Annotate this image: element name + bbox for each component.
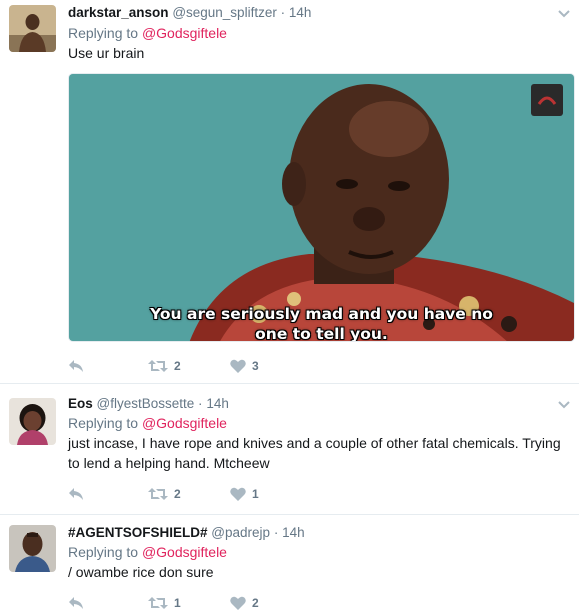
heart-icon [230, 359, 246, 373]
user-handle[interactable]: @segun_spliftzer [172, 5, 277, 20]
replying-to-label: Replying to [68, 25, 139, 41]
like-button[interactable]: 3 [230, 357, 259, 375]
video-caption: You are seriously mad and you have no on… [69, 304, 574, 342]
timestamp[interactable]: 14h [289, 5, 312, 20]
reply-button[interactable] [68, 594, 84, 612]
separator-dot: · [280, 5, 286, 20]
replying-to-label: Replying to [68, 544, 139, 560]
replying-to: Replying to @Godsgiftele [68, 544, 227, 560]
retweet-icon [148, 488, 168, 500]
heart-icon [230, 487, 246, 501]
chevron-down-icon[interactable] [557, 9, 571, 19]
caption-line: You are seriously mad and you have no [150, 305, 493, 323]
tweet-text: / owambe rice don sure [68, 564, 214, 580]
separator-dot: · [198, 396, 203, 411]
caption-line: one to tell you. [255, 325, 388, 342]
timestamp[interactable]: 14h [206, 396, 229, 411]
user-handle[interactable]: @flyestBossette [97, 396, 195, 411]
tweet-media[interactable]: You are seriously mad and you have no on… [68, 73, 575, 342]
mention-link[interactable]: @Godsgiftele [142, 25, 227, 41]
reply-button[interactable] [68, 485, 84, 503]
retweet-icon [148, 360, 168, 372]
tweet-header: darkstar_anson @segun_spliftzer · 14h [68, 5, 311, 20]
display-name[interactable]: Eos [68, 396, 93, 411]
like-count: 1 [252, 487, 259, 501]
replying-to: Replying to @Godsgiftele [68, 25, 227, 41]
retweet-icon [148, 597, 168, 609]
avatar[interactable] [9, 5, 56, 52]
tweet-header: Eos @flyestBossette · 14h [68, 396, 229, 411]
like-button[interactable]: 2 [230, 594, 259, 612]
display-name[interactable]: darkstar_anson [68, 5, 169, 20]
user-handle[interactable]: @padrejp [211, 525, 270, 540]
retweet-button[interactable]: 2 [148, 357, 181, 375]
replying-to-label: Replying to [68, 415, 139, 431]
avatar[interactable] [9, 525, 56, 572]
heart-icon [230, 596, 246, 610]
mention-link[interactable]: @Godsgiftele [142, 415, 227, 431]
reply-icon [69, 360, 83, 372]
retweet-button[interactable]: 2 [148, 485, 181, 503]
tweet[interactable]: #AGENTSOFSHIELD# @padrejp · 14h Replying… [0, 515, 579, 612]
reply-icon [69, 488, 83, 500]
mention-link[interactable]: @Godsgiftele [142, 544, 227, 560]
tweet[interactable]: darkstar_anson @segun_spliftzer · 14h Re… [0, 0, 579, 383]
tweet-text: just incase, I have rope and knives and … [68, 435, 561, 471]
retweet-count: 1 [174, 596, 181, 610]
chevron-down-icon[interactable] [557, 400, 571, 410]
like-button[interactable]: 1 [230, 485, 259, 503]
retweet-button[interactable]: 1 [148, 594, 181, 612]
tweet[interactable]: Eos @flyestBossette · 14h Replying to @G… [0, 384, 579, 514]
reply-button[interactable] [68, 357, 84, 375]
separator-dot: · [273, 525, 279, 540]
replying-to: Replying to @Godsgiftele [68, 415, 227, 431]
retweet-count: 2 [174, 359, 181, 373]
like-count: 3 [252, 359, 259, 373]
like-count: 2 [252, 596, 259, 610]
retweet-count: 2 [174, 487, 181, 501]
avatar[interactable] [9, 398, 56, 445]
reply-icon [69, 597, 83, 609]
timestamp[interactable]: 14h [282, 525, 305, 540]
display-name[interactable]: #AGENTSOFSHIELD# [68, 525, 208, 540]
tweet-text: Use ur brain [68, 45, 145, 61]
tweet-header: #AGENTSOFSHIELD# @padrejp · 14h [68, 525, 305, 540]
